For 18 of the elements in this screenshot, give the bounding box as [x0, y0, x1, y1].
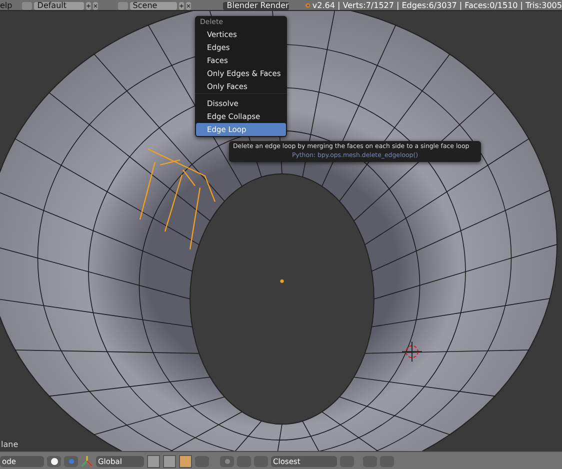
close-icon[interactable] — [92, 2, 98, 10]
crosshair-icon — [402, 341, 422, 362]
layout-field[interactable]: Default — [34, 2, 84, 10]
add-icon[interactable] — [86, 2, 91, 10]
render-engine-dropdown[interactable]: Blender Render — [222, 2, 289, 10]
axis-gizmo-icon[interactable] — [81, 455, 93, 467]
face-select-icon[interactable] — [179, 454, 192, 468]
scene-stats: v2.64 | Verts:7/1527 | Edges:6/3037 | Faces:0/1510 | Tris:3005 — [312, 2, 562, 10]
menu-label[interactable]: elp — [0, 2, 20, 10]
vertex-select-icon[interactable] — [147, 454, 160, 468]
object-name-label: lane — [1, 440, 18, 449]
logo-icon — [304, 1, 310, 10]
add-icon[interactable] — [178, 2, 184, 10]
close-icon[interactable] — [186, 2, 191, 10]
proportional-edit-icon[interactable] — [220, 456, 234, 466]
edge-select-icon[interactable] — [163, 454, 176, 468]
origin-dot-icon — [280, 279, 284, 283]
scene-field[interactable]: Scene — [130, 2, 177, 10]
